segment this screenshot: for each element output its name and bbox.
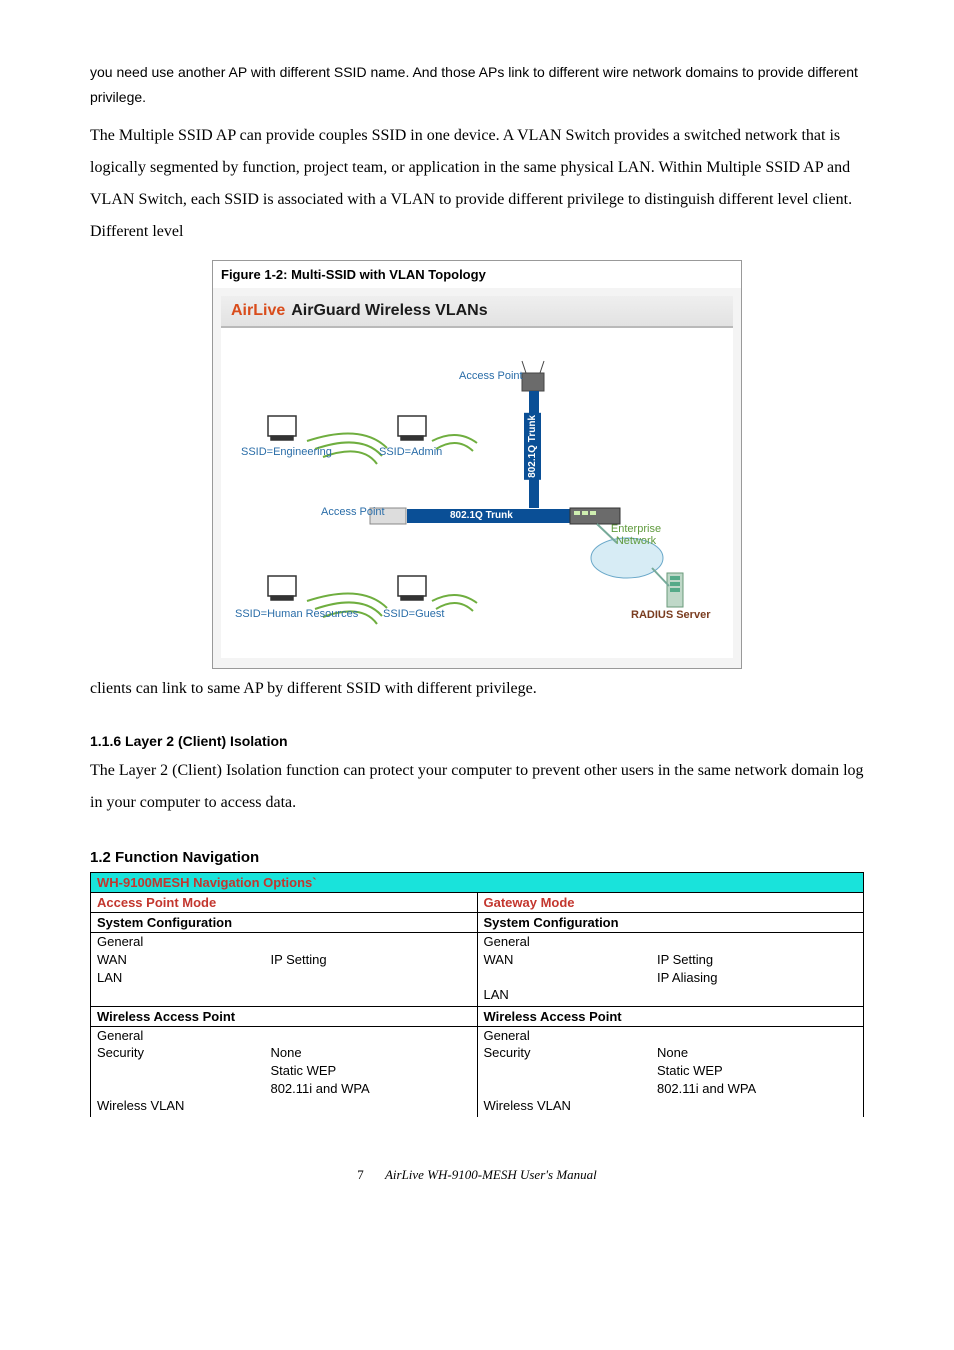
topology-diagram: Access Point Access Point SSID=Engineeri… xyxy=(221,328,733,658)
right-ip-aliasing: IP Aliasing xyxy=(651,969,863,987)
right-80211i: 802.11i and WPA xyxy=(651,1080,863,1098)
left-static-wep: Static WEP xyxy=(264,1062,476,1080)
label-ssid-guest: SSID=Guest xyxy=(383,608,444,620)
left-wap-general: General xyxy=(91,1027,264,1045)
right-lan: LAN xyxy=(478,986,651,1004)
left-wap-header: Wireless Access Point xyxy=(91,1006,478,1026)
right-sysconf-header: System Configuration xyxy=(477,913,864,933)
label-radius-server: RADIUS Server xyxy=(631,609,710,621)
table-header: WH-9100MESH Navigation Options` xyxy=(91,873,864,893)
section-1-2-title: 1.2 Function Navigation xyxy=(90,849,864,866)
label-ssid-hr: SSID=Human Resources xyxy=(235,608,358,620)
figure-title-bar: AirLive AirGuard Wireless VLANs xyxy=(221,296,733,328)
label-ssid-admin: SSID=Admin xyxy=(379,446,442,458)
mode-gateway: Gateway Mode xyxy=(477,893,864,913)
right-wireless-vlan: Wireless VLAN xyxy=(478,1097,651,1115)
right-wan: WAN xyxy=(478,951,651,969)
label-access-point-mid: Access Point xyxy=(321,506,385,518)
right-wap-general: General xyxy=(478,1027,651,1045)
intro-paragraph-1: you need use another AP with different S… xyxy=(90,60,864,110)
airlive-logo: AirLive xyxy=(231,302,285,320)
right-ip-setting: IP Setting xyxy=(651,951,863,969)
intro-paragraph-2: The Multiple SSID AP can provide couples… xyxy=(90,120,864,248)
mode-access-point: Access Point Mode xyxy=(91,893,478,913)
label-enterprise-network: Enterprise Network xyxy=(601,523,671,547)
right-sysconf-body: General WANIP Setting IP Aliasing LAN xyxy=(477,933,864,1006)
label-trunk-horizontal: 802.1Q Trunk xyxy=(446,509,517,522)
figure-caption: Figure 1-2: Multi-SSID with VLAN Topolog… xyxy=(213,261,741,288)
right-static-wep: Static WEP xyxy=(651,1062,863,1080)
left-sysconf-body: General WANIP Setting LAN xyxy=(91,933,478,1006)
right-none: None xyxy=(651,1044,863,1062)
left-lan: LAN xyxy=(91,969,264,987)
page-number: 7 xyxy=(357,1167,364,1182)
figure-1-2: Figure 1-2: Multi-SSID with VLAN Topolog… xyxy=(212,260,742,669)
figure-title-text: AirGuard Wireless VLANs xyxy=(291,302,487,320)
navigation-options-table: WH-9100MESH Navigation Options` Access P… xyxy=(90,872,864,1116)
post-figure-paragraph: clients can link to same AP by different… xyxy=(90,673,864,705)
label-access-point-top: Access Point xyxy=(459,370,523,382)
right-security: Security xyxy=(478,1044,651,1062)
left-none: None xyxy=(264,1044,476,1062)
right-wap-body: General SecurityNone Static WEP 802.11i … xyxy=(477,1026,864,1116)
left-80211i: 802.11i and WPA xyxy=(264,1080,476,1098)
left-general: General xyxy=(91,933,264,951)
left-ip-setting: IP Setting xyxy=(264,951,476,969)
section-1-1-6-title: 1.1.6 Layer 2 (Client) Isolation xyxy=(90,733,864,749)
manual-title: AirLive WH-9100-MESH User's Manual xyxy=(385,1167,597,1182)
right-wap-header: Wireless Access Point xyxy=(477,1006,864,1026)
left-sysconf-header: System Configuration xyxy=(91,913,478,933)
right-general: General xyxy=(478,933,651,951)
section-1-1-6-body: The Layer 2 (Client) Isolation function … xyxy=(90,755,864,819)
label-trunk-vertical: 802.1Q Trunk xyxy=(524,413,541,480)
left-security: Security xyxy=(91,1044,264,1062)
left-wap-body: General SecurityNone Static WEP 802.11i … xyxy=(91,1026,478,1116)
page-footer: 7 AirLive WH-9100-MESH User's Manual xyxy=(90,1167,864,1183)
left-wireless-vlan: Wireless VLAN xyxy=(91,1097,264,1115)
label-ssid-engineering: SSID=Engineering xyxy=(241,446,332,458)
left-wan: WAN xyxy=(91,951,264,969)
